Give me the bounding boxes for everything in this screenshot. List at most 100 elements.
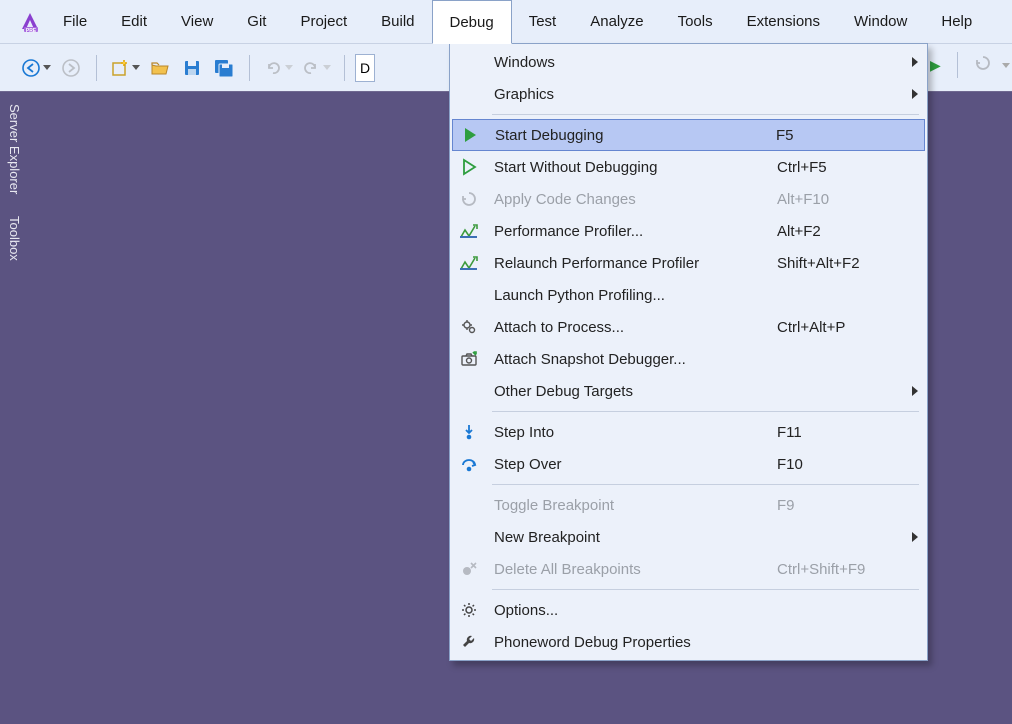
menu-item-analyze[interactable]: Analyze [573, 0, 660, 43]
play-icon[interactable]: ▶ [930, 57, 941, 74]
step-into-icon [452, 423, 486, 441]
menu-cmd-start-without-debugging[interactable]: Start Without DebuggingCtrl+F5 [452, 151, 925, 183]
redo-button[interactable] [298, 53, 334, 83]
menu-item-extensions[interactable]: Extensions [730, 0, 837, 43]
menu-cmd-performance-profiler[interactable]: Performance Profiler...Alt+F2 [452, 215, 925, 247]
menu-cmd-attach-snapshot-debugger[interactable]: Attach Snapshot Debugger... [452, 343, 925, 375]
menu-cmd-label: Attach to Process... [486, 319, 777, 336]
menu-cmd-shortcut: Alt+F10 [777, 191, 905, 208]
nav-forward-button[interactable] [56, 53, 86, 83]
menu-cmd-start-debugging[interactable]: Start DebuggingF5 [452, 119, 925, 151]
menu-cmd-shortcut: Shift+Alt+F2 [777, 255, 905, 272]
menu-item-test[interactable]: Test [512, 0, 574, 43]
menu-cmd-shortcut: Ctrl+Shift+F9 [777, 561, 905, 578]
submenu-arrow-icon [905, 383, 925, 400]
menu-item-window[interactable]: Window [837, 0, 924, 43]
menu-item-view[interactable]: View [164, 0, 230, 43]
config-combo[interactable]: D [355, 54, 375, 82]
menu-cmd-label: Relaunch Performance Profiler [486, 255, 777, 272]
svg-text:PRE: PRE [26, 28, 37, 34]
debug-menu-dropdown: WindowsGraphicsStart DebuggingF5Start Wi… [449, 43, 928, 661]
perf-icon [452, 254, 486, 272]
menu-cmd-phoneword-debug-properties[interactable]: Phoneword Debug Properties [452, 626, 925, 658]
menu-cmd-shortcut: Ctrl+F5 [777, 159, 905, 176]
menu-cmd-label: Performance Profiler... [486, 223, 777, 240]
swirl-icon[interactable] [974, 54, 992, 77]
menu-cmd-label: Windows [486, 54, 777, 71]
menu-cmd-label: Attach Snapshot Debugger... [486, 351, 777, 368]
menu-cmd-toggle-breakpoint: Toggle BreakpointF9 [452, 489, 925, 521]
menu-item-tools[interactable]: Tools [661, 0, 730, 43]
menu-cmd-label: Start Debugging [487, 127, 776, 144]
side-tab-server-explorer[interactable]: Server Explorer [0, 96, 26, 202]
step-over-icon [452, 455, 486, 473]
open-file-button[interactable] [145, 53, 175, 83]
gear-icon [452, 601, 486, 619]
menu-item-build[interactable]: Build [364, 0, 431, 43]
submenu-arrow-icon [905, 54, 925, 71]
menu-cmd-shortcut: Alt+F2 [777, 223, 905, 240]
menu-cmd-step-over[interactable]: Step OverF10 [452, 448, 925, 480]
toolbar-right-fragment: ▶ [930, 52, 1012, 78]
menu-separator [492, 411, 919, 412]
menu-cmd-label: Delete All Breakpoints [486, 561, 777, 578]
menu-separator [492, 114, 919, 115]
save-button[interactable] [177, 53, 207, 83]
menu-cmd-label: Launch Python Profiling... [486, 287, 777, 304]
menu-cmd-label: Phoneword Debug Properties [486, 634, 777, 651]
menu-cmd-launch-python-profiling[interactable]: Launch Python Profiling... [452, 279, 925, 311]
menu-cmd-shortcut: F11 [777, 424, 905, 441]
menu-cmd-label: Apply Code Changes [486, 191, 777, 208]
play-outline-icon [452, 158, 486, 176]
menu-separator [492, 484, 919, 485]
dropdown-arrow-icon [1002, 63, 1010, 68]
submenu-arrow-icon [905, 86, 925, 103]
undo-button[interactable] [260, 53, 296, 83]
menu-cmd-label: Step Over [486, 456, 777, 473]
menu-cmd-shortcut: F9 [777, 497, 905, 514]
del-bp-icon [452, 560, 486, 578]
menu-cmd-shortcut: F5 [776, 127, 904, 144]
new-item-button[interactable] [107, 53, 143, 83]
menu-cmd-other-debug-targets[interactable]: Other Debug Targets [452, 375, 925, 407]
vs-logo: PRE [16, 0, 46, 43]
play-green-icon [453, 126, 487, 144]
menu-cmd-apply-code-changes: Apply Code ChangesAlt+F10 [452, 183, 925, 215]
menu-item-file[interactable]: File [46, 0, 104, 43]
menu-item-project[interactable]: Project [283, 0, 364, 43]
nav-back-button[interactable] [18, 53, 54, 83]
menu-cmd-label: Step Into [486, 424, 777, 441]
config-combo-text: D [360, 60, 370, 76]
submenu-arrow-icon [905, 529, 925, 546]
menu-cmd-label: New Breakpoint [486, 529, 777, 546]
gears-icon [452, 318, 486, 336]
menu-item-debug[interactable]: Debug [432, 0, 512, 44]
menu-cmd-label: Toggle Breakpoint [486, 497, 777, 514]
side-tool-tabs: Server Explorer Toolbox [0, 92, 26, 269]
perf-icon [452, 222, 486, 240]
menu-cmd-label: Start Without Debugging [486, 159, 777, 176]
wrench-icon [452, 633, 486, 651]
menu-cmd-options[interactable]: Options... [452, 594, 925, 626]
menu-item-git[interactable]: Git [230, 0, 283, 43]
menu-cmd-shortcut: Ctrl+Alt+P [777, 319, 905, 336]
menu-cmd-step-into[interactable]: Step IntoF11 [452, 416, 925, 448]
camera-icon [452, 350, 486, 368]
menu-cmd-label: Other Debug Targets [486, 383, 777, 400]
menu-cmd-attach-to-process[interactable]: Attach to Process...Ctrl+Alt+P [452, 311, 925, 343]
menu-separator [492, 589, 919, 590]
menu-cmd-relaunch-performance-profiler[interactable]: Relaunch Performance ProfilerShift+Alt+F… [452, 247, 925, 279]
save-all-button[interactable] [209, 53, 239, 83]
menu-bar: PRE FileEditViewGitProjectBuildDebugTest… [0, 0, 1012, 44]
menu-cmd-label: Graphics [486, 86, 777, 103]
toolbar-separator [957, 52, 958, 78]
menu-item-help[interactable]: Help [924, 0, 989, 43]
side-tab-toolbox[interactable]: Toolbox [0, 208, 26, 269]
menu-item-edit[interactable]: Edit [104, 0, 164, 43]
menu-cmd-graphics[interactable]: Graphics [452, 78, 925, 110]
menu-cmd-label: Options... [486, 602, 777, 619]
menu-cmd-new-breakpoint[interactable]: New Breakpoint [452, 521, 925, 553]
menu-cmd-shortcut: F10 [777, 456, 905, 473]
menu-cmd-windows[interactable]: Windows [452, 46, 925, 78]
menu-cmd-delete-all-breakpoints: Delete All BreakpointsCtrl+Shift+F9 [452, 553, 925, 585]
